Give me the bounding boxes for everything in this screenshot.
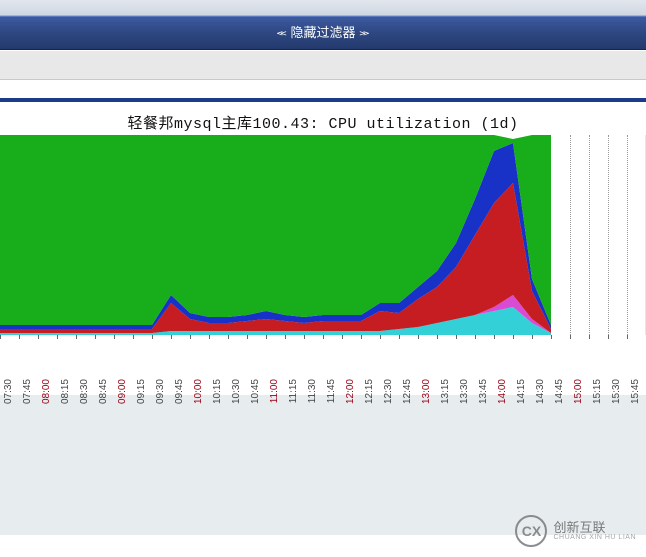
chart-plot-area	[0, 135, 646, 335]
x-tick-label: 12:15	[364, 379, 375, 404]
x-tick-label: 15:30	[611, 379, 622, 404]
x-tick-label: 12:30	[383, 379, 394, 404]
filter-content-area	[0, 50, 646, 80]
watermark: CX 创新互联 CHUANG XIN HU LIAN	[515, 515, 636, 547]
x-tick-label: 15:15	[592, 379, 603, 404]
watermark-logo-icon: CX	[515, 515, 547, 547]
x-tick-label: 12:00	[345, 379, 356, 404]
x-tick-label: 13:45	[478, 379, 489, 404]
window-top-strip	[0, 0, 646, 16]
x-tick-label: 09:15	[136, 379, 147, 404]
cpu-chart: 轻餐邦mysql主库100.43: CPU utilization (1d) 0…	[0, 112, 646, 395]
x-tick-label: 08:15	[60, 379, 71, 404]
separator-line	[0, 98, 646, 102]
x-tick-label: 08:30	[79, 379, 90, 404]
x-tick-label: 13:00	[421, 379, 432, 404]
x-tick-label: 07:30	[3, 379, 14, 404]
x-tick-label: 10:15	[212, 379, 223, 404]
x-tick-label: 08:45	[98, 379, 109, 404]
x-tick-label: 09:30	[155, 379, 166, 404]
x-tick-label: 15:00	[573, 379, 584, 404]
chart-x-axis: 07:3007:4508:0008:1508:3008:4509:0009:15…	[0, 335, 646, 395]
x-tick-label: 13:15	[440, 379, 451, 404]
x-tick-label: 11:15	[288, 379, 299, 403]
chart-series-svg	[0, 135, 551, 335]
watermark-sub: CHUANG XIN HU LIAN	[553, 534, 636, 541]
x-tick-label: 11:45	[326, 379, 337, 403]
x-tick-label: 15:45	[630, 379, 641, 404]
hide-filter-label: 隐藏过滤器	[290, 25, 355, 40]
x-tick-label: 14:30	[535, 379, 546, 404]
blank-area	[0, 395, 646, 535]
hide-filter-bar[interactable]: ≪ 隐藏过滤器 ≫	[0, 16, 646, 50]
collapse-left-icon: ≪	[276, 22, 286, 44]
x-tick-label: 11:00	[269, 379, 280, 403]
x-tick-label: 14:15	[516, 379, 527, 404]
watermark-brand: 创新互联	[553, 521, 636, 535]
chart-title: 轻餐邦mysql主库100.43: CPU utilization (1d)	[0, 112, 646, 133]
x-tick-label: 09:45	[174, 379, 185, 404]
x-tick-label: 11:30	[307, 379, 318, 403]
x-tick-label: 07:45	[22, 379, 33, 404]
x-tick-label: 10:30	[231, 379, 242, 404]
x-tick-label: 13:30	[459, 379, 470, 404]
x-tick-label: 14:00	[497, 379, 508, 404]
x-tick-label: 10:45	[250, 379, 261, 404]
chart-future-zone	[551, 135, 645, 335]
x-tick-label: 09:00	[117, 379, 128, 404]
collapse-right-icon: ≫	[359, 22, 369, 44]
x-tick-label: 08:00	[41, 379, 52, 404]
x-tick-label: 14:45	[554, 379, 565, 404]
x-tick-label: 12:45	[402, 379, 413, 404]
x-tick-label: 10:00	[193, 379, 204, 404]
